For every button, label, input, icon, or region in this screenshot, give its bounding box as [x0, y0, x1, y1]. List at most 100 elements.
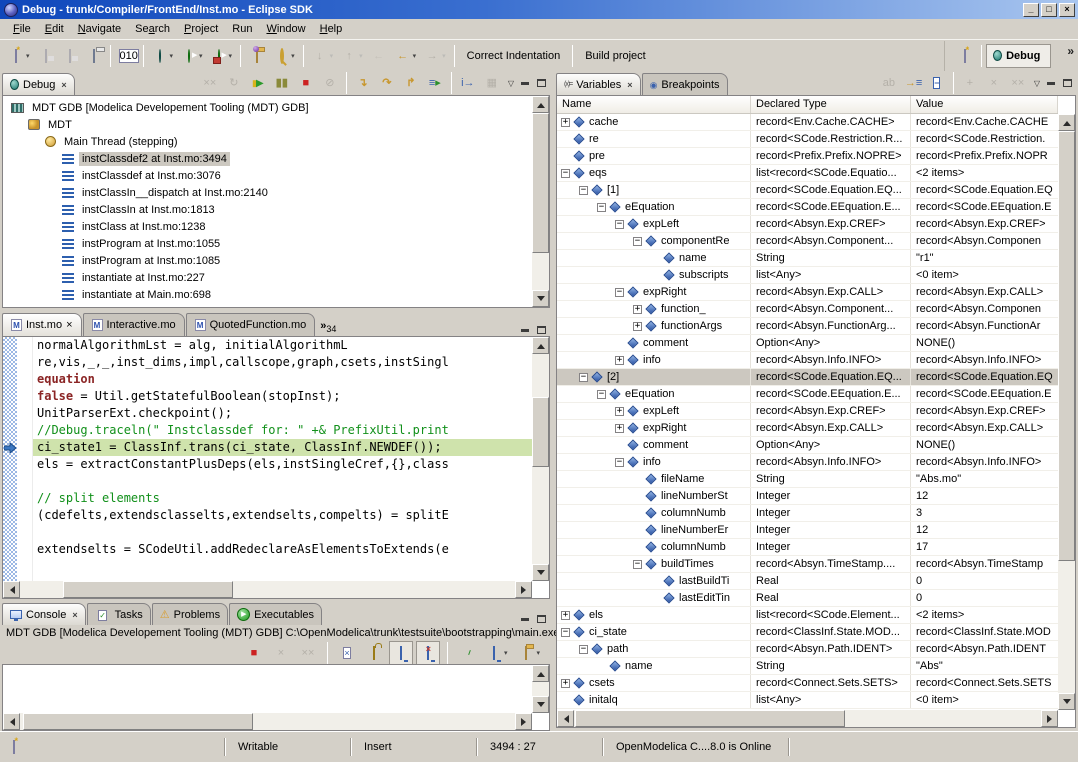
dropdown-arrow-icon[interactable]: ▾: [442, 52, 446, 60]
debug-tree-row[interactable]: Main Thread (stepping): [3, 133, 532, 150]
expander-icon[interactable]: −: [633, 560, 642, 569]
table-row[interactable]: −pathrecord<Absyn.Path.IDENT>record<Absy…: [557, 641, 1058, 658]
editor-scrollbar-horizontal[interactable]: [3, 581, 532, 598]
table-row[interactable]: +cacherecord<Env.Cache.CACHE>record<Env.…: [557, 114, 1058, 131]
suspend-button[interactable]: ▮▮: [270, 71, 294, 95]
expander-icon[interactable]: −: [579, 186, 588, 195]
editor-scrollbar-vertical[interactable]: [532, 337, 549, 581]
code-editor[interactable]: normalAlgorithmLst = alg, initialAlgorit…: [33, 337, 532, 581]
view-menu-icon[interactable]: ▽: [508, 79, 514, 88]
table-row[interactable]: +elslist<record<SCode.Element...<2 items…: [557, 607, 1058, 624]
dropdown-arrow-icon[interactable]: ▾: [170, 52, 174, 60]
maximize-view-button[interactable]: [1060, 77, 1074, 89]
close-icon[interactable]: ×: [72, 610, 77, 620]
menu-project[interactable]: Project: [177, 20, 225, 38]
close-icon[interactable]: ×: [66, 319, 72, 331]
fast-view-icon[interactable]: *: [6, 739, 22, 755]
terminate-button[interactable]: ■: [242, 641, 266, 665]
table-row[interactable]: −nameString"r1": [557, 250, 1058, 267]
menu-search[interactable]: Search: [128, 20, 177, 38]
disconnect-button[interactable]: ⊘: [318, 71, 342, 95]
expander-icon[interactable]: +: [561, 118, 570, 127]
step-into-button[interactable]: ↴: [351, 71, 375, 95]
step-over-button[interactable]: ↷: [375, 71, 399, 95]
new-wizard-button[interactable]: *▾: [4, 44, 34, 68]
tab-tasks[interactable]: ✓Tasks: [87, 603, 151, 625]
column-header-declared-type[interactable]: Declared Type: [751, 96, 911, 113]
table-row[interactable]: −expLeftrecord<Absyn.Exp.CREF>record<Abs…: [557, 216, 1058, 233]
expander-icon[interactable]: −: [597, 203, 606, 212]
tab-executables[interactable]: Executables: [229, 603, 322, 625]
step-return-button[interactable]: ↱: [399, 71, 423, 95]
remove-launch-button[interactable]: ×: [269, 641, 293, 665]
dropdown-arrow-icon[interactable]: ▾: [26, 52, 30, 60]
table-row[interactable]: −columnNumbInteger3: [557, 505, 1058, 522]
dropdown-arrow-icon[interactable]: ▾: [291, 52, 295, 60]
table-row[interactable]: −lastEditTinReal0: [557, 590, 1058, 607]
expander-icon[interactable]: +: [561, 611, 570, 620]
variables-scrollbar-vertical[interactable]: [1058, 114, 1075, 710]
debug-tree-row[interactable]: instClassdef at Inst.mo:3076: [3, 167, 532, 184]
build-project-button[interactable]: Build project: [577, 47, 654, 65]
debug-scrollbar-vertical[interactable]: [532, 96, 549, 307]
view-menu-icon[interactable]: ▽: [1034, 79, 1040, 88]
tab-console[interactable]: Console×: [2, 603, 86, 625]
dropdown-arrow-icon[interactable]: ▾: [229, 52, 233, 60]
minimize-editor-button[interactable]: [518, 324, 532, 336]
debug-tree-row[interactable]: instProgram at Inst.mo:1055: [3, 235, 532, 252]
debug-tree-row[interactable]: MDT GDB [Modelica Developement Tooling (…: [3, 99, 532, 116]
table-row[interactable]: −lastBuildTiReal0: [557, 573, 1058, 590]
console-output[interactable]: [2, 664, 550, 731]
column-header-name[interactable]: Name: [557, 96, 751, 113]
table-row[interactable]: −lineNumberErInteger12: [557, 522, 1058, 539]
expander-icon[interactable]: +: [615, 356, 624, 365]
menu-navigate[interactable]: Navigate: [71, 20, 128, 38]
debug-tree-row[interactable]: instClassIn__dispatch at Inst.mo:2140: [3, 184, 532, 201]
console-scrollbar-vertical[interactable]: [532, 665, 549, 713]
table-row[interactable]: −[1]record<SCode.Equation.EQ...record<SC…: [557, 182, 1058, 199]
print-button[interactable]: [82, 44, 106, 68]
open-console-button[interactable]: ▾: [514, 641, 544, 665]
table-row[interactable]: −ci_staterecord<ClassInf.State.MOD...rec…: [557, 624, 1058, 641]
minimize-view-button[interactable]: [1044, 77, 1058, 89]
expander-icon[interactable]: +: [615, 407, 624, 416]
show-logical-structure-button[interactable]: →≡: [901, 71, 925, 95]
external-tools-button[interactable]: ▾: [207, 44, 237, 68]
expander-icon[interactable]: −: [633, 237, 642, 246]
scroll-lock-button[interactable]: [362, 641, 386, 665]
forward-button[interactable]: →▾: [420, 44, 450, 68]
run-button[interactable]: ▾: [177, 44, 207, 68]
table-row[interactable]: −prerecord<Prefix.Prefix.NOPRE>record<Pr…: [557, 148, 1058, 165]
remove-button[interactable]: ×: [982, 71, 1006, 95]
instruction-stepping-button[interactable]: ≡▸: [423, 71, 447, 95]
binary-file-button[interactable]: 010: [115, 44, 139, 68]
maximize-window-button[interactable]: □: [1041, 3, 1057, 17]
debug-tree-row[interactable]: instClassdef2 at Inst.mo:3494: [3, 150, 532, 167]
minimize-view-button[interactable]: [518, 613, 532, 625]
expander-icon[interactable]: −: [561, 169, 570, 178]
table-row[interactable]: −nameString"Abs": [557, 658, 1058, 675]
save-button[interactable]: [34, 44, 58, 68]
debug-tree-row[interactable]: instClass at Inst.mo:1238: [3, 218, 532, 235]
dropdown-arrow-icon[interactable]: ▾: [359, 52, 363, 60]
new-watch-expression-button[interactable]: +: [958, 71, 982, 95]
search-button[interactable]: ▾: [269, 44, 299, 68]
show-stderr-toggle-button[interactable]: [416, 641, 440, 665]
debug-tree-row[interactable]: instantiate at Inst.mo:227: [3, 269, 532, 286]
table-row[interactable]: +inforecord<Absyn.Info.INFO>record<Absyn…: [557, 352, 1058, 369]
expander-icon[interactable]: −: [561, 628, 570, 637]
table-row[interactable]: −componentRerecord<Absyn.Component...rec…: [557, 233, 1058, 250]
expander-icon[interactable]: −: [579, 373, 588, 382]
dropdown-arrow-icon[interactable]: ▾: [504, 649, 508, 657]
menu-edit[interactable]: Edit: [38, 20, 71, 38]
expander-icon[interactable]: −: [615, 458, 624, 467]
close-window-button[interactable]: ×: [1059, 3, 1075, 17]
table-row[interactable]: +csetsrecord<Connect.Sets.SETS>record<Co…: [557, 675, 1058, 692]
table-row[interactable]: −initalqlist<Any><0 item>: [557, 692, 1058, 709]
tab-quotedfunction-mo[interactable]: MQuotedFunction.mo: [186, 313, 316, 336]
table-row[interactable]: +function_record<Absyn.Component...recor…: [557, 301, 1058, 318]
open-task-button[interactable]: [245, 44, 269, 68]
toolbar-overflow-chevron[interactable]: »: [1067, 44, 1074, 58]
debug-perspective-button[interactable]: Debug: [986, 44, 1051, 68]
tab-problems[interactable]: ⚠Problems: [152, 603, 228, 625]
